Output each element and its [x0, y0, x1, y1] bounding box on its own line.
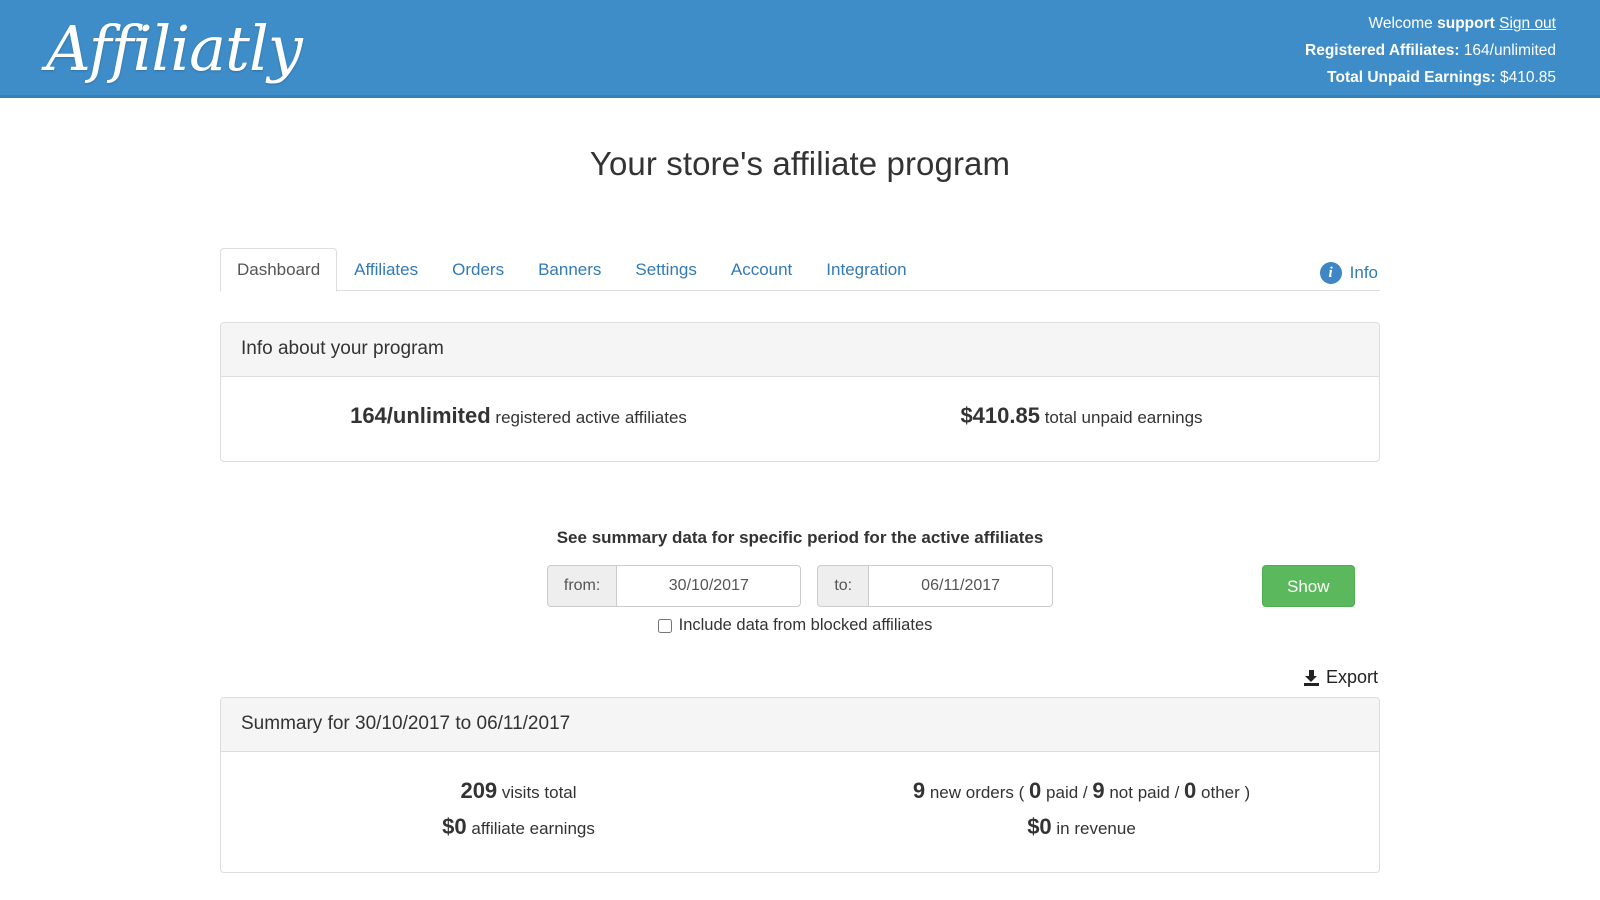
info-link-label: Info [1350, 263, 1378, 283]
orders-paid-label: paid / [1046, 783, 1088, 802]
registered-affiliates-line: Registered Affiliates: 164/unlimited [1305, 37, 1556, 64]
affiliate-earnings-stat-label: affiliate earnings [471, 819, 595, 838]
tab-dashboard[interactable]: Dashboard [220, 248, 337, 292]
orders-notpaid-value: 9 [1092, 778, 1104, 803]
include-blocked-affiliates-checkbox[interactable] [658, 619, 672, 633]
export-label: Export [1326, 667, 1378, 688]
orders-stat: 9 new orders ( 0 paid / 9 not paid / 0 o… [800, 774, 1363, 810]
to-date-input[interactable] [868, 565, 1053, 607]
visits-stat: 209 visits total [237, 774, 800, 810]
period-selector-title: See summary data for specific period for… [220, 528, 1380, 548]
period-selector-block: See summary data for specific period for… [220, 528, 1380, 635]
orders-notpaid-label: not paid / [1109, 783, 1179, 802]
tab-account[interactable]: Account [714, 248, 809, 292]
total-unpaid-earnings-value: $410.85 [1500, 69, 1556, 86]
program-info-panel-body: 164/unlimited registered active affiliat… [221, 377, 1379, 461]
welcome-line: Welcome support Sign out [1305, 10, 1556, 37]
affiliate-earnings-stat: $0 affiliate earnings [237, 810, 800, 846]
page-title: Your store's affiliate program [0, 145, 1600, 183]
top-header-bar: Affiliatly Welcome support Sign out Regi… [0, 0, 1600, 98]
tab-bar: Dashboard Affiliates Orders Banners Sett… [220, 249, 1380, 291]
summary-stats-row: 209 visits total $0 affiliate earnings 9… [237, 774, 1363, 846]
program-info-panel-heading: Info about your program [221, 323, 1379, 377]
welcome-username: support [1437, 15, 1495, 32]
orders-paid-value: 0 [1029, 778, 1041, 803]
info-circle-icon: i [1320, 262, 1342, 284]
tab-affiliates[interactable]: Affiliates [337, 248, 435, 292]
revenue-stat: $0 in revenue [800, 810, 1363, 846]
sign-out-link[interactable]: Sign out [1499, 15, 1556, 32]
program-info-stats-row: 164/unlimited registered active affiliat… [237, 399, 1363, 435]
registered-affiliates-label: Registered Affiliates: [1305, 42, 1459, 59]
export-link[interactable]: Export [1304, 667, 1378, 688]
summary-left-column: 209 visits total $0 affiliate earnings [237, 774, 800, 846]
tab-integration[interactable]: Integration [809, 248, 923, 292]
summary-panel-body: 209 visits total $0 affiliate earnings 9… [221, 752, 1379, 872]
orders-other-label: other ) [1201, 783, 1250, 802]
blocked-affiliates-checkbox-row: Include data from blocked affiliates [220, 616, 1380, 635]
tab-banners[interactable]: Banners [521, 248, 618, 292]
main-container: Dashboard Affiliates Orders Banners Sett… [220, 249, 1380, 873]
registered-affiliates-stat-value: 164/unlimited [350, 403, 491, 428]
header-account-info: Welcome support Sign out Registered Affi… [1305, 10, 1556, 91]
welcome-prefix: Welcome [1368, 15, 1432, 32]
from-date-input[interactable] [616, 565, 801, 607]
summary-right-column: 9 new orders ( 0 paid / 9 not paid / 0 o… [800, 774, 1363, 846]
summary-panel: Summary for 30/10/2017 to 06/11/2017 209… [220, 697, 1380, 873]
registered-affiliates-stat-label: registered active affiliates [495, 408, 687, 427]
to-date-addon-label: to: [817, 565, 868, 607]
revenue-stat-value: $0 [1027, 814, 1051, 839]
revenue-stat-label: in revenue [1056, 819, 1135, 838]
registered-affiliates-stat: 164/unlimited registered active affiliat… [237, 399, 800, 435]
show-button[interactable]: Show [1262, 565, 1355, 607]
from-date-addon-label: from: [547, 565, 616, 607]
period-selector-controls: from: to: Show [220, 565, 1380, 607]
orders-other-value: 0 [1184, 778, 1196, 803]
tab-list: Dashboard Affiliates Orders Banners Sett… [220, 249, 1380, 291]
download-icon [1304, 670, 1319, 686]
info-link[interactable]: i Info [1320, 262, 1378, 284]
orders-stat-label: new orders ( [930, 783, 1024, 802]
export-row: Export [220, 667, 1380, 688]
include-blocked-affiliates-label[interactable]: Include data from blocked affiliates [679, 616, 933, 635]
to-date-group: to: [817, 565, 1053, 607]
total-unpaid-earnings-line: Total Unpaid Earnings: $410.85 [1305, 64, 1556, 91]
registered-affiliates-value: 164/unlimited [1464, 42, 1556, 59]
summary-panel-heading: Summary for 30/10/2017 to 06/11/2017 [221, 698, 1379, 752]
affiliatly-logo: Affiliatly [46, 6, 302, 92]
visits-stat-value: 209 [460, 778, 497, 803]
tab-settings[interactable]: Settings [618, 248, 713, 292]
affiliate-earnings-stat-value: $0 [442, 814, 466, 839]
program-info-panel: Info about your program 164/unlimited re… [220, 322, 1380, 462]
unpaid-earnings-stat: $410.85 total unpaid earnings [800, 399, 1363, 435]
total-unpaid-earnings-label: Total Unpaid Earnings: [1327, 69, 1496, 86]
from-date-group: from: [547, 565, 801, 607]
unpaid-earnings-stat-label: total unpaid earnings [1045, 408, 1203, 427]
orders-stat-value: 9 [913, 778, 925, 803]
tab-orders[interactable]: Orders [435, 248, 521, 292]
unpaid-earnings-stat-value: $410.85 [960, 403, 1040, 428]
visits-stat-label: visits total [502, 783, 577, 802]
